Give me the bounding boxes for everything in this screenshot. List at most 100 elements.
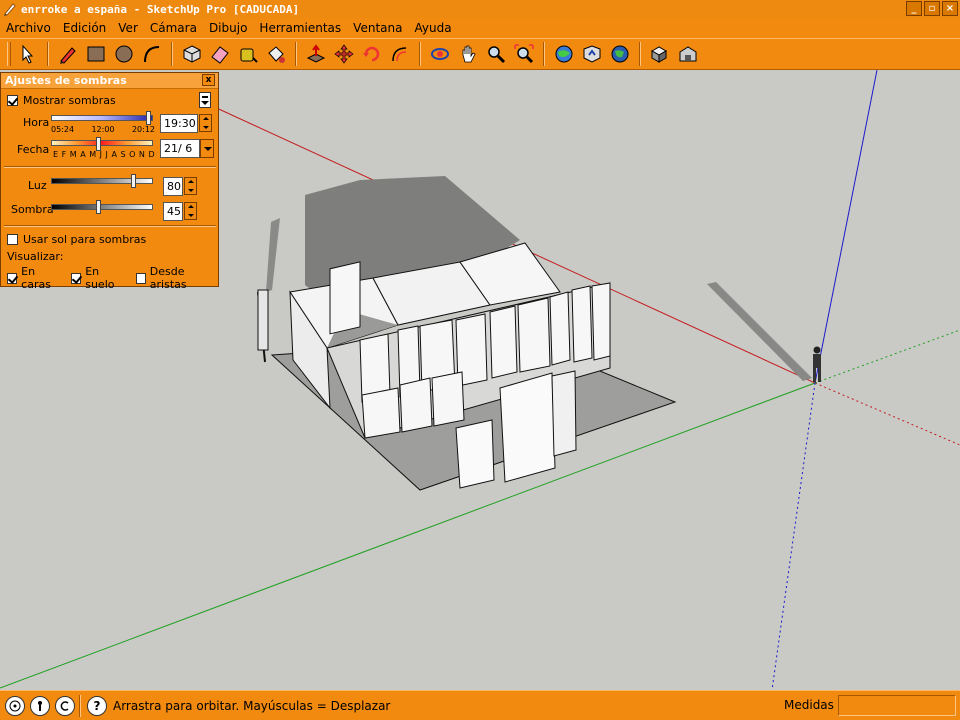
tape-measure-icon (240, 48, 258, 63)
geo-location-icon[interactable] (5, 695, 25, 716)
minimize-button[interactable]: _ (906, 1, 922, 16)
menu-archivo[interactable]: Archivo (0, 21, 57, 35)
measurements-label: Medidas (784, 698, 834, 712)
toolbar-separator (295, 42, 297, 66)
toolbar-separator (171, 42, 173, 66)
time-input[interactable]: 19:30 (160, 114, 198, 133)
display-options-row: En caras En suelo Desde aristas (7, 265, 218, 291)
make-component-button[interactable] (179, 41, 205, 67)
title-bar: enrroke a españa - SketchUp Pro [CADUCAD… (0, 0, 960, 18)
light-slider[interactable] (51, 178, 153, 184)
shadow-panel-title[interactable]: Ajustes de sombras x (1, 73, 218, 89)
zoom-extents-icon (514, 44, 534, 64)
dark-slider-thumb[interactable] (96, 200, 101, 214)
zoom-icon (488, 46, 506, 64)
use-sun-checkbox[interactable] (7, 234, 18, 245)
measurements-input[interactable] (838, 695, 956, 716)
circle-tool-button[interactable] (111, 41, 137, 67)
select-icon (22, 44, 34, 64)
pencil-tool-button[interactable] (55, 41, 81, 67)
menu-ventana[interactable]: Ventana (347, 21, 408, 35)
push-pull-button[interactable] (303, 41, 329, 67)
offset-tool-button[interactable] (387, 41, 413, 67)
pan-tool-button[interactable] (455, 41, 481, 67)
date-input[interactable]: 21/ 6 (160, 139, 200, 158)
help-icon[interactable]: ? (87, 695, 107, 716)
show-shadows-checkbox[interactable] (7, 95, 18, 106)
restore-button[interactable]: ▫ (924, 1, 940, 16)
menu-camara[interactable]: Cámara (144, 21, 203, 35)
dark-spinner[interactable] (184, 202, 197, 220)
date-slider[interactable] (51, 140, 153, 146)
time-slider-thumb[interactable] (146, 111, 151, 125)
dark-slider[interactable] (51, 204, 153, 210)
menu-herramientas[interactable]: Herramientas (253, 21, 347, 35)
google-earth-icon (611, 45, 629, 63)
front-panel-small (455, 419, 495, 489)
rotate-tool-button[interactable] (359, 41, 385, 67)
toolbar-separator (47, 42, 49, 66)
menu-bar: Archivo Edición Ver Cámara Dibujo Herram… (0, 18, 960, 38)
move-tool-button[interactable] (331, 41, 357, 67)
status-bar: ? Arrastra para orbitar. Mayúsculas = De… (0, 690, 960, 720)
time-slider[interactable] (51, 115, 153, 121)
paint-bucket-button[interactable] (263, 41, 289, 67)
on-ground-checkbox[interactable] (71, 272, 82, 284)
rotate-icon (363, 46, 380, 62)
status-separator (79, 694, 81, 717)
blue-axis (814, 70, 878, 384)
toolbar-separator (543, 42, 545, 66)
time-spinner[interactable] (199, 114, 212, 132)
human-figure-shadow (707, 282, 812, 381)
zoom-extents-button[interactable] (511, 41, 537, 67)
tape-measure-button[interactable] (235, 41, 261, 67)
menu-edicion[interactable]: Edición (57, 21, 112, 35)
use-sun-row: Usar sol para sombras (7, 233, 146, 246)
toolbar-separator (419, 42, 421, 66)
components-button[interactable] (647, 41, 673, 67)
shadow-panel-close-button[interactable]: x (202, 74, 215, 86)
use-sun-label: Usar sol para sombras (23, 233, 147, 246)
offset-icon (392, 47, 407, 62)
warehouse-button[interactable] (675, 41, 701, 67)
paint-bucket-icon (268, 46, 285, 63)
light-slider-thumb[interactable] (131, 174, 136, 188)
share-model-button[interactable] (579, 41, 605, 67)
date-slider-thumb[interactable] (96, 137, 101, 151)
menu-dibujo[interactable]: Dibujo (203, 21, 253, 35)
date-dropdown-button[interactable] (200, 139, 214, 158)
expand-panel-button[interactable] (199, 92, 211, 108)
orbit-tool-button[interactable] (427, 41, 453, 67)
pan-icon (462, 45, 476, 63)
light-input[interactable]: 80 (163, 177, 183, 196)
select-tool-button[interactable] (15, 41, 41, 67)
toolbar-grip[interactable] (7, 42, 11, 66)
menu-ver[interactable]: Ver (112, 21, 144, 35)
window-controls: _ ▫ × (906, 1, 958, 16)
from-edges-checkbox[interactable] (135, 272, 146, 284)
time-tick: 20:12 (131, 125, 155, 134)
rectangle-icon (87, 46, 105, 62)
front-panel-tall (551, 370, 577, 457)
arc-tool-button[interactable] (139, 41, 165, 67)
move-icon (334, 44, 354, 64)
menu-ayuda[interactable]: Ayuda (408, 21, 457, 35)
rectangle-tool-button[interactable] (83, 41, 109, 67)
get-models-button[interactable] (551, 41, 577, 67)
on-faces-checkbox[interactable] (7, 272, 18, 284)
window-title: enrroke a españa - SketchUp Pro [CADUCAD… (21, 2, 300, 16)
copyright-icon[interactable] (55, 695, 75, 716)
eraser-tool-button[interactable] (207, 41, 233, 67)
close-button[interactable]: × (942, 1, 958, 16)
google-earth-button[interactable] (607, 41, 633, 67)
credits-icon[interactable] (30, 695, 50, 716)
left-post-shadow (266, 218, 280, 292)
components-icon (650, 46, 668, 63)
circle-icon (115, 45, 133, 63)
zoom-tool-button[interactable] (483, 41, 509, 67)
from-edges-label: Desde aristas (149, 265, 187, 291)
shadow-settings-panel: Ajustes de sombras x Mostrar sombras Hor… (0, 72, 219, 291)
light-spinner[interactable] (184, 177, 197, 195)
dark-input[interactable]: 45 (163, 202, 183, 221)
display-label: Visualizar: (7, 250, 64, 263)
